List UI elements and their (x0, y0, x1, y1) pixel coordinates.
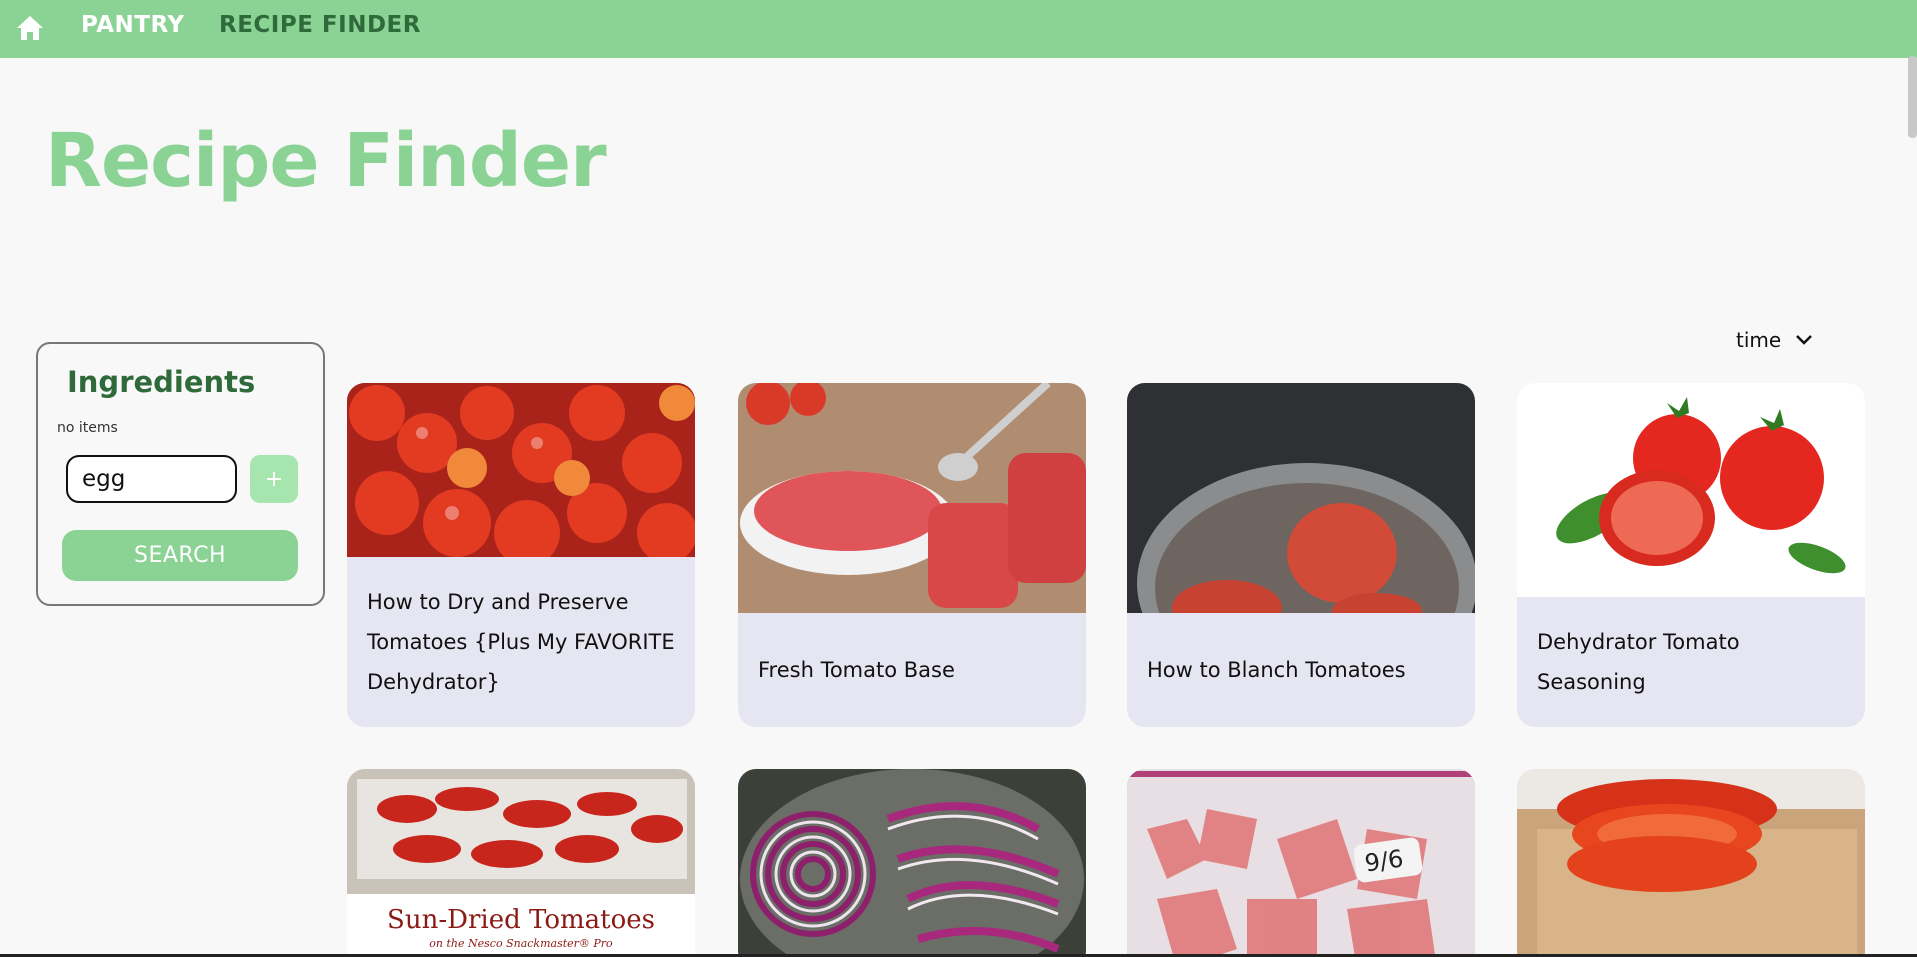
recipe-title: Dehydrator Tomato Seasoning (1537, 630, 1740, 694)
add-ingredient-button[interactable]: + (250, 455, 298, 503)
recipe-card[interactable]: 9/6 (1127, 769, 1475, 957)
recipe-card[interactable]: How to Dry and Preserve Tomatoes {Plus M… (347, 383, 695, 727)
recipe-card[interactable] (1517, 769, 1865, 957)
cherry-tomatoes-photo (347, 383, 695, 557)
red-onion-slices-photo (738, 769, 1086, 957)
recipe-title: How to Dry and Preserve Tomatoes {Plus M… (367, 590, 675, 694)
ingredients-panel: Ingredients no items + SEARCH (36, 342, 325, 606)
tomatoes-in-pot-photo (1127, 383, 1475, 613)
sort-dropdown[interactable]: time (1736, 328, 1813, 352)
recipe-title: How to Blanch Tomatoes (1147, 658, 1406, 682)
svg-text:9/6: 9/6 (1363, 844, 1405, 877)
recipe-card[interactable]: Dehydrator Tomato Seasoning (1517, 383, 1865, 727)
ingredients-empty-text: no items (57, 420, 118, 436)
tomato-puree-jars-photo (738, 383, 1086, 613)
sliced-tomato-board-photo (1517, 769, 1865, 957)
search-button[interactable]: SEARCH (62, 530, 298, 581)
recipe-card[interactable]: How to Blanch Tomatoes (1127, 383, 1475, 727)
sort-selected-value: time (1736, 328, 1782, 352)
nav-pantry-link[interactable]: PANTRY (81, 12, 185, 38)
top-navigation-bar: PANTRY RECIPE FINDER (0, 0, 1917, 58)
recipe-card[interactable]: Sun-Dried Tomatoes on the Nesco Snackmas… (347, 769, 695, 957)
sun-dried-tomatoes-photo: Sun-Dried Tomatoes on the Nesco Snackmas… (347, 769, 695, 957)
ingredient-input[interactable] (66, 455, 237, 503)
tomatoes-basil-photo (1517, 383, 1865, 597)
home-icon[interactable] (15, 14, 45, 42)
chevron-down-icon (1796, 335, 1813, 345)
recipe-card[interactable]: Fresh Tomato Base (738, 383, 1086, 727)
frozen-tomatoes-bag-photo: 9/6 (1127, 769, 1475, 957)
recipe-title: Fresh Tomato Base (758, 658, 955, 682)
svg-text:Sun-Dried Tomatoes: Sun-Dried Tomatoes (387, 905, 655, 935)
recipe-card[interactable] (738, 769, 1086, 957)
scrollbar-thumb[interactable] (1908, 56, 1917, 138)
svg-text:on the Nesco Snackmaster® Pro: on the Nesco Snackmaster® Pro (429, 937, 613, 950)
nav-recipe-finder-link[interactable]: RECIPE FINDER (219, 12, 421, 38)
page-title: Recipe Finder (45, 118, 607, 204)
ingredients-title: Ingredients (67, 365, 256, 399)
